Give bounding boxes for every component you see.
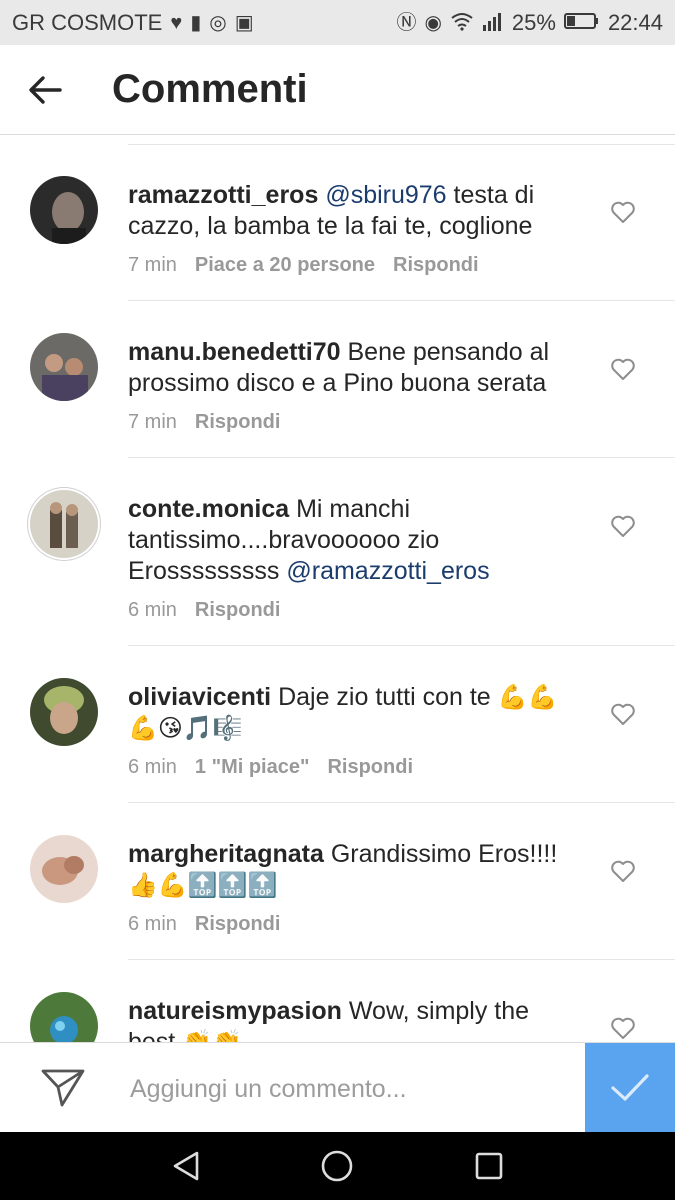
comment-body: Grandissimo Eros!!!! xyxy=(323,840,558,868)
comment-time: 6 min xyxy=(128,756,177,778)
comment-time: 7 min xyxy=(128,411,177,433)
comment-meta: 6 min 1 "Mi piace" Rispondi xyxy=(128,756,413,779)
direct-send-icon[interactable] xyxy=(40,1065,86,1109)
comment-item: manu.benedetti70 Bene pensando al prossi… xyxy=(0,301,675,458)
comment-text: ramazzotti_eros @sbiru976 testa di cazzo… xyxy=(128,180,568,242)
avatar[interactable] xyxy=(30,333,98,401)
heart-icon[interactable] xyxy=(610,859,636,883)
system-nav-bar xyxy=(0,1132,675,1200)
nfc-icon: Ⓝ xyxy=(396,11,417,34)
heart-icon[interactable] xyxy=(610,357,636,381)
post-comment-button[interactable] xyxy=(585,1043,675,1133)
comment-text: margheritagnata Grandissimo Eros!!!! 👍💪🔝… xyxy=(128,839,568,901)
page-title: Commenti xyxy=(112,67,308,111)
avatar[interactable] xyxy=(30,835,98,903)
comment-item: margheritagnata Grandissimo Eros!!!! 👍💪🔝… xyxy=(0,803,675,960)
comment-text: natureismypasion Wow, simply the best 👏👏 xyxy=(128,996,568,1042)
back-button[interactable] xyxy=(0,45,90,135)
instagram-icon: ▣ xyxy=(234,11,254,34)
heart-icon[interactable] xyxy=(610,1016,636,1040)
battery-icon xyxy=(563,12,600,34)
heart-icon[interactable] xyxy=(610,514,636,538)
avatar[interactable] xyxy=(30,490,98,558)
comment-text: oliviavicenti Daje zio tutti con te 💪💪 💪… xyxy=(128,682,568,744)
nav-recents-button[interactable] xyxy=(459,1136,519,1196)
eye-icon: ◉ xyxy=(424,11,442,34)
comment-mention[interactable]: @ramazzotti_eros xyxy=(286,557,489,585)
avatar[interactable] xyxy=(30,992,98,1042)
triangle-back-icon xyxy=(173,1151,199,1181)
comment-meta: 7 min Rispondi xyxy=(128,411,280,434)
comment-time: 6 min xyxy=(128,913,177,935)
comment-list[interactable]: ramazzotti_eros @sbiru976 testa di cazzo… xyxy=(0,136,675,1042)
reply-button[interactable]: Rispondi xyxy=(195,599,281,622)
reply-button[interactable]: Rispondi xyxy=(195,411,281,434)
comment-username[interactable]: manu.benedetti70 xyxy=(128,338,341,366)
comment-emoji: 👍💪🔝🔝🔝 xyxy=(128,872,278,899)
comment-username[interactable]: margheritagnata xyxy=(128,840,324,868)
heart-icon[interactable] xyxy=(610,702,636,726)
comment-username[interactable]: conte.monica xyxy=(128,495,289,523)
circle-home-icon xyxy=(322,1150,353,1182)
app-bar: Commenti xyxy=(0,45,675,135)
comment-username[interactable]: ramazzotti_eros xyxy=(128,181,318,209)
comment-mention[interactable]: @sbiru976 xyxy=(325,181,446,209)
comment-text: conte.monica Mi manchi tantissimo....bra… xyxy=(128,494,568,587)
comment-input[interactable] xyxy=(128,1063,572,1115)
comment-item: ramazzotti_eros @sbiru976 testa di cazzo… xyxy=(0,144,675,301)
likes-count-link[interactable]: 1 "Mi piace" xyxy=(195,756,310,779)
square-recents-icon xyxy=(475,1152,503,1180)
likes-count-link[interactable]: Piace a 20 persone xyxy=(195,254,375,277)
reply-button[interactable]: Rispondi xyxy=(327,756,413,779)
comment-meta: 6 min Rispondi xyxy=(128,913,280,936)
avatar[interactable] xyxy=(30,176,98,244)
notification-icon: ▮ xyxy=(190,11,202,34)
carrier-name: GR COSMOTE xyxy=(12,9,163,35)
back-arrow-icon xyxy=(29,75,62,104)
comment-meta: 7 min Piace a 20 persone Rispondi xyxy=(128,254,479,277)
reply-button[interactable]: Rispondi xyxy=(393,254,479,277)
status-bar: GR COSMOTE ♥ ▮ ◎ ▣ Ⓝ ◉ 25% 22:44 xyxy=(0,0,675,45)
whatsapp-icon: ◎ xyxy=(209,11,227,34)
comment-meta: 6 min Rispondi xyxy=(128,599,280,622)
comment-item: natureismypasion Wow, simply the best 👏👏 xyxy=(0,960,675,1042)
heart-icon[interactable] xyxy=(610,200,636,224)
wifi-icon xyxy=(450,11,474,35)
comment-item: conte.monica Mi manchi tantissimo....bra… xyxy=(0,458,675,646)
comment-username[interactable]: oliviavicenti xyxy=(128,683,271,711)
comment-emoji: 👏👏 xyxy=(182,1029,242,1042)
nav-back-button[interactable] xyxy=(156,1136,216,1196)
battery-percent: 25% xyxy=(511,9,556,35)
heart-pulse-icon: ♥ xyxy=(170,11,183,34)
checkmark-icon xyxy=(611,1074,649,1101)
comment-username[interactable]: natureismypasion xyxy=(128,997,342,1025)
clock: 22:44 xyxy=(607,9,663,35)
comment-text: manu.benedetti70 Bene pensando al prossi… xyxy=(128,337,568,399)
comment-item: oliviavicenti Daje zio tutti con te 💪💪 💪… xyxy=(0,646,675,803)
comment-body: Daje zio tutti con te xyxy=(271,683,498,711)
signal-icon xyxy=(482,11,504,35)
avatar[interactable] xyxy=(30,678,98,746)
reply-button[interactable]: Rispondi xyxy=(195,913,281,936)
comment-time: 6 min xyxy=(128,599,177,621)
nav-home-button[interactable] xyxy=(307,1136,367,1196)
comment-time: 7 min xyxy=(128,254,177,276)
comment-composer xyxy=(0,1042,675,1133)
